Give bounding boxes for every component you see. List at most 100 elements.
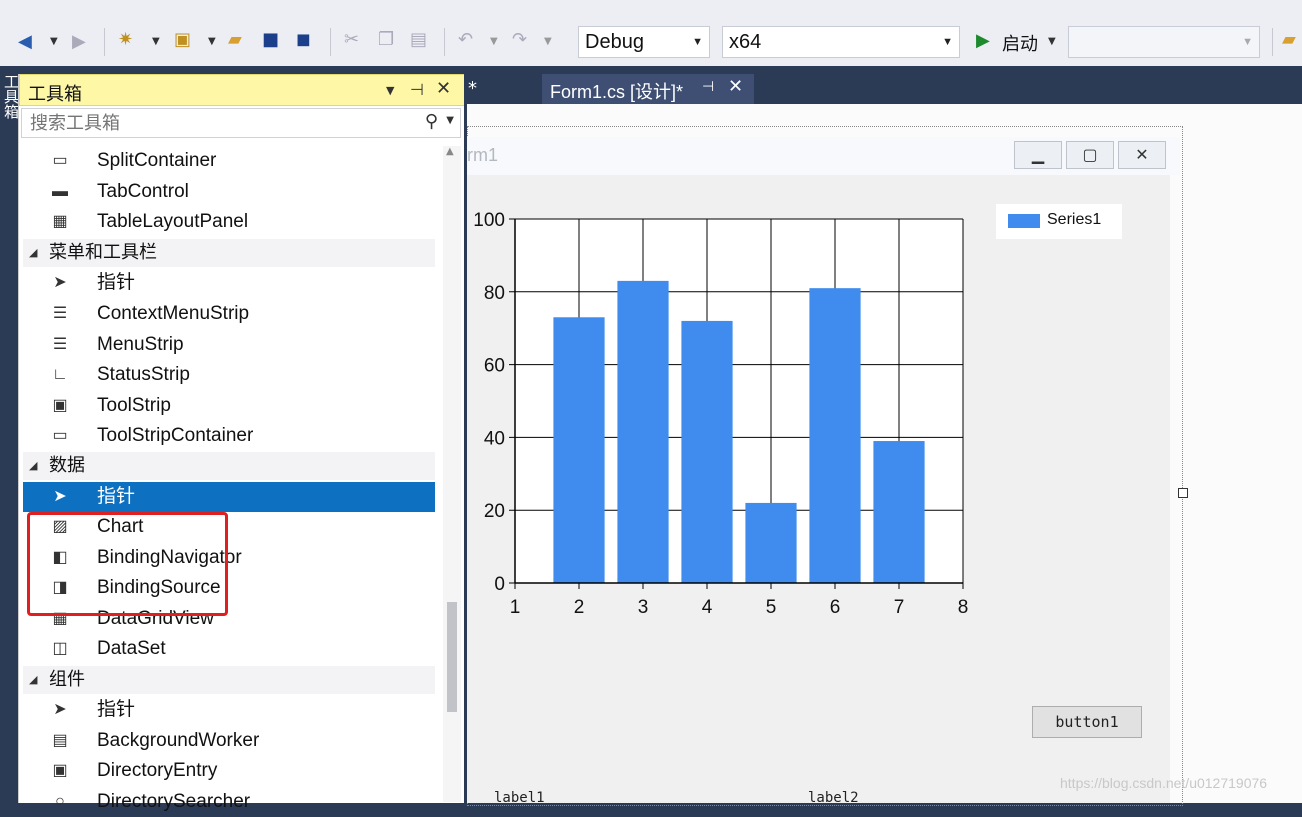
bar [873,441,925,583]
category-label: 数据 [49,455,85,476]
maximize-button[interactable]: ▢ [1066,141,1114,169]
toolbox-item-label: 指针 [97,699,136,720]
target-combo[interactable]: ▼ [1068,26,1260,58]
y-tick-label: 40 [484,428,505,449]
add-item-dropdown-icon[interactable]: ▼ [208,36,216,47]
category-header[interactable]: ◢ 组件 [23,665,435,694]
scroll-up-icon[interactable]: ▲ [446,146,454,157]
highlight-annotation-box [27,512,228,616]
toolbox-item[interactable]: ◫ DataSet [23,634,435,664]
collapse-triangle-icon[interactable]: ◢ [29,239,37,267]
y-tick-label: 80 [484,283,505,304]
toolbox-scrollbar[interactable]: ▲ [443,146,461,802]
toolbox-item[interactable]: ▤ BackgroundWorker [23,726,435,756]
copy-icon[interactable]: ❐ [378,28,394,52]
undo-icon[interactable]: ↶ [458,28,473,52]
x-tick-label: 4 [702,597,713,618]
pin-icon[interactable]: ⊣ [702,79,714,95]
pointer-icon: ➤ [53,701,67,718]
toolbar-top-strip [0,0,1302,19]
label2[interactable]: label2 [808,790,859,806]
cut-icon[interactable]: ✂ [344,28,359,52]
toolbox-item[interactable]: ▦ TableLayoutPanel [23,207,435,237]
minimize-icon: ▁ [1031,145,1045,164]
collapse-triangle-icon[interactable]: ◢ [29,452,37,480]
back-icon[interactable]: ◀ [18,30,32,54]
toolbox-item-label: DataSet [97,638,166,659]
search-icon[interactable]: ⚲ [425,111,438,132]
close-icon: ✕ [1135,145,1149,164]
toolbox-item[interactable]: ▬ TabControl [23,177,435,207]
toolbox-side-tab[interactable]: 工具箱 [0,66,20,803]
toolbox-item[interactable]: ▭ ToolStripContainer [23,421,435,451]
configuration-combo[interactable]: Debug ▼ [578,26,710,58]
toolbox-item-label: 指针 [97,272,136,294]
toolbox-item-label: ContextMenuStrip [97,303,250,324]
forward-icon[interactable]: ▶ [72,30,86,54]
tab-form1-designer[interactable]: Form1.cs [设计]* ⊣ ✕ [542,74,754,104]
toolbox-item-label: SplitContainer [97,150,217,171]
x-tick-label: 6 [830,597,841,618]
pin-icon[interactable]: ⊣ [410,80,424,99]
overflow-icon[interactable]: ▰ [1282,28,1296,52]
toolbox-item-label: DirectoryEntry [97,760,218,781]
scrollbar-thumb[interactable] [447,602,457,712]
add-item-icon[interactable]: ▣ [174,28,191,52]
toolbox-item[interactable]: ➤ 指针 [23,481,435,512]
tool-strip-container-icon: ▭ [52,427,68,445]
close-icon[interactable]: ✕ [728,76,743,97]
category-label: 组件 [49,668,85,690]
chevron-down-icon: ▼ [1242,36,1253,48]
toolbox-item[interactable]: ☰ MenuStrip [23,330,435,360]
toolbox-item[interactable]: ➤ 指针 [23,695,435,725]
toolbox-item[interactable]: ➤ 指针 [23,268,435,298]
save-all-icon[interactable]: ◼ [296,28,311,52]
redo-dropdown-icon[interactable]: ▼ [544,36,552,47]
back-dropdown-icon[interactable]: ▼ [50,36,58,47]
window-options-icon[interactable]: ▼ [386,84,394,97]
category-header[interactable]: ◢ 菜单和工具栏 [23,238,435,267]
collapse-triangle-icon[interactable]: ◢ [29,666,37,694]
bar [745,502,797,583]
search-input[interactable] [28,109,412,137]
chart-control[interactable]: 1 2 3 4 5 6 7 8020406080100 [467,200,973,630]
toolbox-item-label: TableLayoutPanel [97,211,249,233]
toolbox-item[interactable]: ∟ StatusStrip [23,360,435,390]
platform-value: x64 [729,31,762,53]
label1[interactable]: label1 [494,790,545,806]
toolbar-separator [104,28,105,56]
split-container-icon: ▭ [52,152,68,169]
platform-combo[interactable]: x64 ▼ [722,26,960,58]
redo-icon[interactable]: ↷ [512,28,527,52]
toolbox-panel: 工具箱 ▼ ⊣ ✕ ⚲ ▼ ▭ SplitContainer ▬ TabControl… [18,74,465,812]
bar [809,288,861,583]
resize-handle[interactable] [1178,488,1188,498]
play-icon: ▶ [976,30,990,51]
close-icon[interactable]: ✕ [436,78,451,99]
toolbox-header: 工具箱 ▼ ⊣ ✕ [19,74,465,106]
paste-icon[interactable]: ▤ [410,28,427,52]
new-project-dropdown-icon[interactable]: ▼ [152,36,160,47]
category-header[interactable]: ◢ 数据 [23,452,435,480]
toolbox-item[interactable]: ▣ ToolStrip [23,391,435,421]
close-form-button[interactable]: ✕ [1118,141,1166,169]
pointer-icon: ➤ [53,274,67,292]
toolbox-item[interactable]: ○ DirectorySearcher [23,787,435,817]
chart-legend: Series1 [996,204,1122,239]
save-icon[interactable]: ■ [262,28,279,52]
undo-dropdown-icon[interactable]: ▼ [490,36,498,47]
previous-tab-fragment[interactable]: * [468,78,477,99]
legend-swatch [1008,214,1040,228]
new-project-icon[interactable]: ✷ [118,28,133,52]
toolbox-item[interactable]: ☰ ContextMenuStrip [23,299,435,329]
toolbox-item[interactable]: ▣ DirectoryEntry [23,756,435,786]
x-tick-label: 2 [574,597,585,618]
button1[interactable]: button1 [1032,706,1142,738]
search-options-icon[interactable]: ▼ [446,115,454,126]
toolbox-item-label: 指针 [97,485,136,507]
start-label: 启动 [1002,34,1038,55]
open-folder-icon[interactable]: ▰ [228,28,242,52]
category-label: 菜单和工具栏 [49,241,157,263]
toolbox-item[interactable]: ▭ SplitContainer [23,146,435,176]
minimize-button[interactable]: ▁ [1014,141,1062,169]
